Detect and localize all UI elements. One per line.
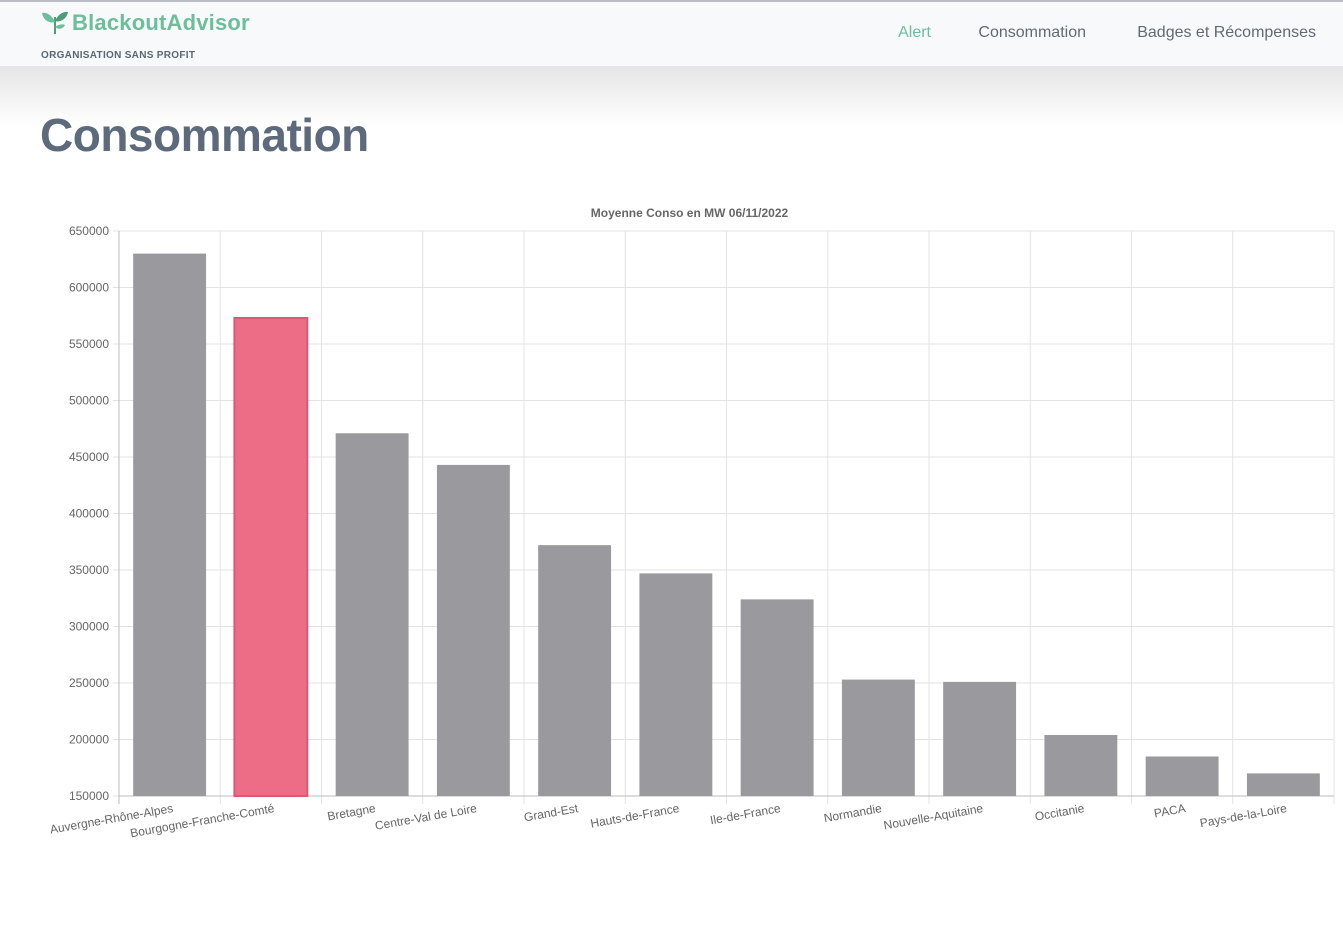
y-tick-label: 200000 bbox=[69, 733, 109, 747]
bar bbox=[1145, 756, 1219, 796]
x-tick-label: Bretagne bbox=[326, 801, 377, 823]
y-tick-label: 550000 bbox=[69, 337, 109, 351]
x-tick-label: Occitanie bbox=[1034, 801, 1086, 824]
y-tick-label: 400000 bbox=[69, 507, 109, 521]
y-tick-label: 650000 bbox=[69, 224, 109, 238]
bar bbox=[436, 464, 510, 796]
y-tick-label: 150000 bbox=[69, 789, 109, 803]
x-tick-label: Normandie bbox=[823, 801, 884, 825]
navbar: BlackoutAdvisor ORGANISATION SANS PROFIT… bbox=[0, 2, 1343, 66]
bar bbox=[1044, 734, 1118, 796]
x-tick-label: Nouvelle-Aquitaine bbox=[883, 801, 985, 832]
bar bbox=[943, 681, 1017, 796]
x-tick-label: PACA bbox=[1153, 801, 1187, 820]
bar bbox=[538, 545, 612, 796]
chart-title: Moyenne Conso en MW 06/11/2022 bbox=[591, 206, 789, 220]
y-tick-label: 250000 bbox=[69, 676, 109, 690]
brand-link[interactable]: BlackoutAdvisor bbox=[41, 10, 250, 36]
bar bbox=[335, 433, 409, 796]
x-tick-label: Centre-Val de Loire bbox=[374, 801, 478, 833]
bar bbox=[1246, 773, 1320, 796]
brand-name: BlackoutAdvisor bbox=[72, 10, 250, 35]
bar bbox=[639, 573, 713, 796]
y-tick-label: 300000 bbox=[69, 620, 109, 634]
nav-item-consommation[interactable]: Consommation bbox=[978, 24, 1086, 42]
leaf-logo-icon bbox=[42, 11, 68, 34]
consumption-bar-chart: Moyenne Conso en MW 06/11/2022 150000 2000… bbox=[49, 206, 1335, 840]
y-tick-label: 600000 bbox=[69, 281, 109, 295]
page-title: Consommation bbox=[40, 109, 369, 161]
bar bbox=[133, 253, 207, 797]
x-tick-label: Ile-de-France bbox=[709, 801, 782, 827]
y-tick-label: 450000 bbox=[69, 450, 109, 464]
y-tick-label: 350000 bbox=[69, 563, 109, 577]
nav-item-alert[interactable]: Alert bbox=[898, 24, 931, 42]
x-tick-label: Hauts-de-France bbox=[589, 801, 680, 830]
x-tick-label: Pays-de-la-Loire bbox=[1199, 801, 1288, 830]
nav-item-badges[interactable]: Badges et Récompenses bbox=[1137, 24, 1316, 42]
y-tick-label: 500000 bbox=[69, 394, 109, 408]
x-tick-label: Grand-Est bbox=[523, 801, 580, 824]
bar bbox=[740, 599, 814, 796]
bar bbox=[841, 679, 915, 796]
bar-highlighted bbox=[233, 317, 309, 797]
brand-tagline: ORGANISATION SANS PROFIT bbox=[41, 50, 196, 61]
